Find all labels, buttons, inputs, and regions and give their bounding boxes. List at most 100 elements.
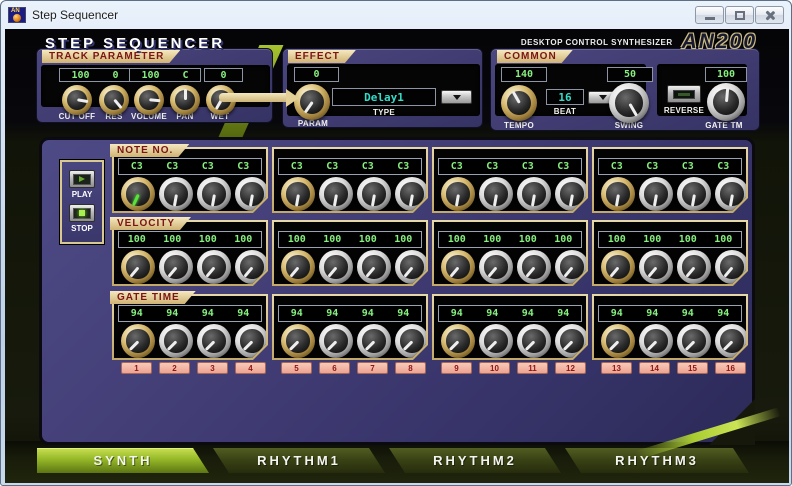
seq-knob-note-15[interactable] bbox=[677, 177, 711, 211]
effect-param-knob[interactable] bbox=[294, 84, 330, 120]
seq-knob-gate-6[interactable] bbox=[319, 324, 353, 358]
volume-knob[interactable] bbox=[134, 85, 164, 115]
step-button-1[interactable]: 1 bbox=[121, 362, 152, 374]
step-button-11[interactable]: 11 bbox=[517, 362, 548, 374]
play-label: PLAY bbox=[72, 190, 93, 199]
seq-knob-velocity-3[interactable] bbox=[197, 250, 231, 284]
res-knob[interactable] bbox=[99, 85, 129, 115]
seq-knob-gate-11[interactable] bbox=[517, 324, 551, 358]
seq-knob-gate-3[interactable] bbox=[197, 324, 231, 358]
tab-rhythm2[interactable]: RHYTHM2 bbox=[389, 448, 561, 473]
seq-knob-gate-8[interactable] bbox=[395, 324, 429, 358]
seq-knob-note-10[interactable] bbox=[479, 177, 513, 211]
seq-knob-velocity-9[interactable] bbox=[441, 250, 475, 284]
wet-to-effect-arrow bbox=[219, 93, 287, 102]
swing-value: 50 bbox=[624, 69, 636, 80]
seq-group-inner: C3C3C3C3 bbox=[594, 149, 746, 211]
seq-group-gate-2: 94949494 bbox=[272, 294, 428, 360]
seq-knob-velocity-13[interactable] bbox=[601, 250, 635, 284]
seq-knob-velocity-10[interactable] bbox=[479, 250, 513, 284]
cutoff-knob[interactable] bbox=[62, 85, 92, 115]
seq-knob-note-13[interactable] bbox=[601, 177, 635, 211]
seq-knob-velocity-1[interactable] bbox=[121, 250, 155, 284]
seq-knob-velocity-12[interactable] bbox=[555, 250, 589, 284]
seq-knob-gate-9[interactable] bbox=[441, 324, 475, 358]
seq-knob-velocity-14[interactable] bbox=[639, 250, 673, 284]
seq-knob-velocity-2[interactable] bbox=[159, 250, 193, 284]
step-button-6[interactable]: 6 bbox=[319, 362, 350, 374]
step-button-15[interactable]: 15 bbox=[677, 362, 708, 374]
seq-knob-note-1[interactable] bbox=[121, 177, 155, 211]
maximize-button[interactable] bbox=[725, 6, 754, 24]
seq-knob-velocity-7[interactable] bbox=[357, 250, 391, 284]
seq-knob-gate-15[interactable] bbox=[677, 324, 711, 358]
seq-knob-note-11[interactable] bbox=[517, 177, 551, 211]
seq-knob-gate-13[interactable] bbox=[601, 324, 635, 358]
seq-knob-note-14[interactable] bbox=[639, 177, 673, 211]
seq-knob-gate-1[interactable] bbox=[121, 324, 155, 358]
step-button-2[interactable]: 2 bbox=[159, 362, 190, 374]
step-button-5[interactable]: 5 bbox=[281, 362, 312, 374]
step-button-9[interactable]: 9 bbox=[441, 362, 472, 374]
swing-knob[interactable] bbox=[609, 83, 649, 123]
seq-value-velocity-13: 100 bbox=[599, 232, 635, 247]
seq-knob-gate-12[interactable] bbox=[555, 324, 589, 358]
seq-knob-velocity-11[interactable] bbox=[517, 250, 551, 284]
step-button-13[interactable]: 13 bbox=[601, 362, 632, 374]
seq-knob-note-12[interactable] bbox=[555, 177, 589, 211]
seq-value-note-11: C3 bbox=[510, 159, 546, 174]
step-button-7[interactable]: 7 bbox=[357, 362, 388, 374]
seq-knob-velocity-6[interactable] bbox=[319, 250, 353, 284]
seq-knob-note-16[interactable] bbox=[715, 177, 749, 211]
close-button[interactable] bbox=[755, 6, 784, 24]
step-button-14[interactable]: 14 bbox=[639, 362, 670, 374]
stop-button[interactable] bbox=[69, 204, 95, 222]
effect-type-dropdown[interactable] bbox=[441, 90, 472, 104]
seq-knob-gate-5[interactable] bbox=[281, 324, 315, 358]
seq-knob-note-7[interactable] bbox=[357, 177, 391, 211]
minimize-button[interactable] bbox=[695, 6, 724, 24]
seq-knob-gate-4[interactable] bbox=[235, 324, 269, 358]
tempo-knob[interactable] bbox=[501, 85, 537, 121]
seq-knob-note-2[interactable] bbox=[159, 177, 193, 211]
seq-knob-velocity-16[interactable] bbox=[715, 250, 749, 284]
seq-knob-note-9[interactable] bbox=[441, 177, 475, 211]
seq-knob-note-4[interactable] bbox=[235, 177, 269, 211]
pan-knob[interactable] bbox=[170, 85, 200, 115]
knob-icon bbox=[13, 14, 21, 22]
step-button-4[interactable]: 4 bbox=[235, 362, 266, 374]
seq-knob-gate-10[interactable] bbox=[479, 324, 513, 358]
seq-knob-note-5[interactable] bbox=[281, 177, 315, 211]
seq-knob-gate-16[interactable] bbox=[715, 324, 749, 358]
seq-value-velocity-10: 100 bbox=[475, 232, 511, 247]
step-button-12[interactable]: 12 bbox=[555, 362, 586, 374]
seq-knob-gate-2[interactable] bbox=[159, 324, 193, 358]
app-icon[interactable]: AN bbox=[8, 7, 26, 23]
seq-group-gate-3: 94949494 bbox=[432, 294, 588, 360]
seq-knob-note-3[interactable] bbox=[197, 177, 231, 211]
cutoff-res-display: 100 0 bbox=[59, 68, 131, 82]
seq-knob-gate-14[interactable] bbox=[639, 324, 673, 358]
seq-knob-velocity-8[interactable] bbox=[395, 250, 429, 284]
reverse-button[interactable] bbox=[667, 85, 701, 103]
seq-knob-velocity-4[interactable] bbox=[235, 250, 269, 284]
seq-knob-note-6[interactable] bbox=[319, 177, 353, 211]
step-button-10[interactable]: 10 bbox=[479, 362, 510, 374]
step-button-8[interactable]: 8 bbox=[395, 362, 426, 374]
seq-display-velocity-group-3: 100100100100 bbox=[438, 231, 582, 248]
seq-value-velocity-3: 100 bbox=[190, 232, 226, 247]
gate-tm-knob[interactable] bbox=[707, 83, 745, 121]
step-button-3[interactable]: 3 bbox=[197, 362, 228, 374]
step-button-16[interactable]: 16 bbox=[715, 362, 746, 374]
cutoff-value: 100 bbox=[71, 70, 89, 81]
effect-type-display[interactable]: Delay1 bbox=[332, 88, 436, 106]
seq-knob-note-8[interactable] bbox=[395, 177, 429, 211]
seq-knob-velocity-5[interactable] bbox=[281, 250, 315, 284]
tab-rhythm1[interactable]: RHYTHM1 bbox=[213, 448, 385, 473]
tab-synth[interactable]: SYNTH bbox=[37, 448, 209, 473]
seq-group-inner: C3C3C3C3 bbox=[434, 149, 586, 211]
seq-knob-gate-7[interactable] bbox=[357, 324, 391, 358]
row-header-velocity: VELOCITY bbox=[110, 217, 191, 230]
seq-knob-velocity-15[interactable] bbox=[677, 250, 711, 284]
play-button[interactable] bbox=[69, 170, 95, 188]
